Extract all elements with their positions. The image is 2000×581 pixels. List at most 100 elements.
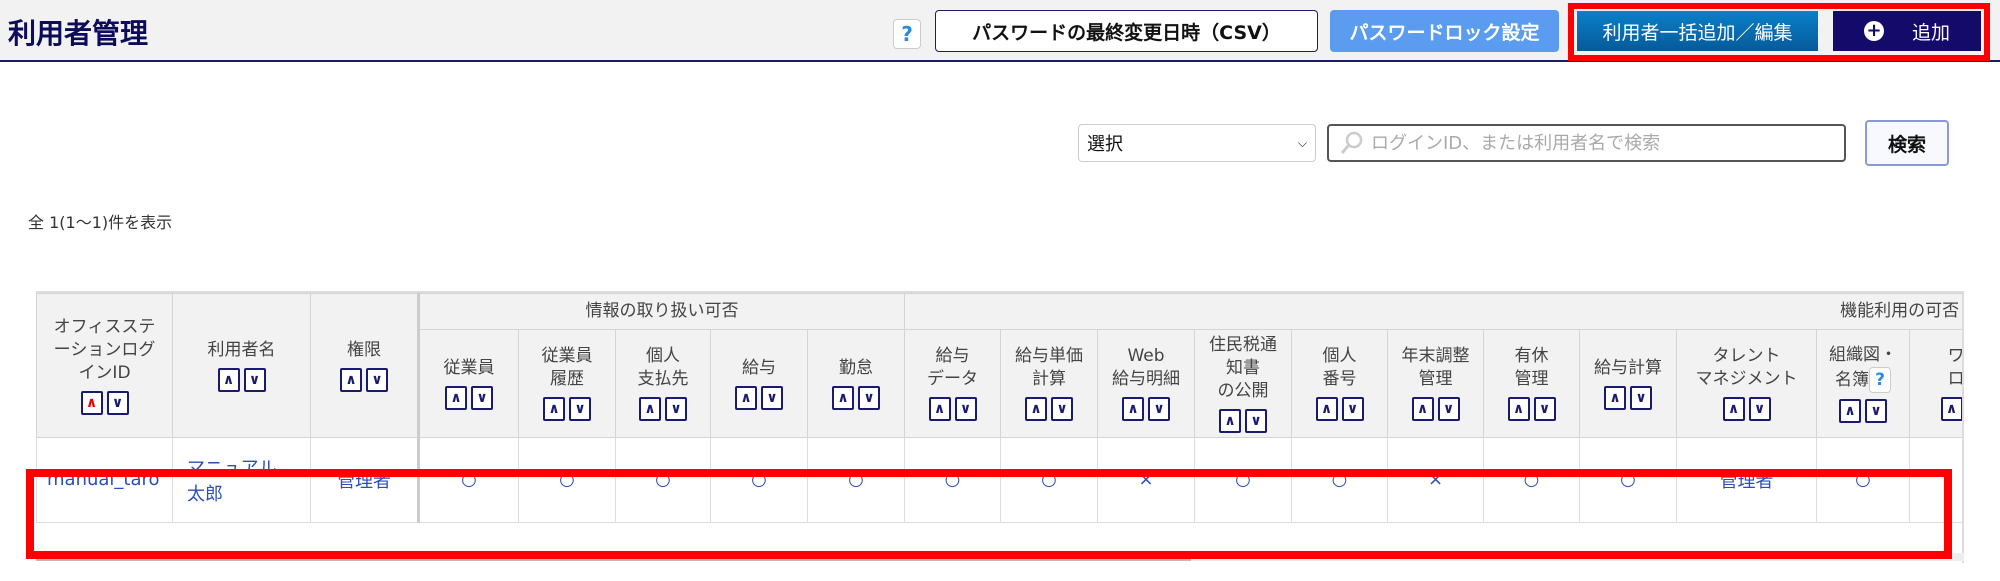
sort-down-button[interactable]: ∨ <box>761 385 783 410</box>
column-header: 住民税通 知書 の公開 ∧ ∨ <box>1194 329 1293 438</box>
login-id-link[interactable]: manual_taro <box>36 436 173 523</box>
sort-up-button[interactable]: ∧ <box>1315 397 1338 422</box>
column-header-label: 従業員 <box>443 357 495 378</box>
permission-cell: ○ <box>1194 436 1293 523</box>
column-header: 利用者名 ∧ ∨ <box>172 293 311 438</box>
search-button[interactable]: 検索 <box>1865 120 1949 166</box>
permission-cell: × <box>1387 436 1485 523</box>
password-last-changed-csv-button[interactable]: パスワードの最終変更日時（CSV） <box>935 10 1318 52</box>
sort-down-button[interactable]: ∨ <box>1437 397 1460 422</box>
permission-cell: ○ <box>418 436 519 523</box>
sort-up-button[interactable]: ∧ <box>217 367 240 392</box>
sort-up-button[interactable]: ∧ <box>1507 397 1530 422</box>
filter-select[interactable]: 選択 ⌵ <box>1078 124 1316 162</box>
sort-up-button[interactable]: ∧ <box>340 367 362 392</box>
column-header-label: 利用者名 <box>207 339 276 360</box>
column-header-label: 給与計算 <box>1594 357 1663 378</box>
permission-cell: ○ <box>615 436 711 523</box>
group-header-info-access: 情報の取り扱い可否 <box>417 293 906 330</box>
highlight-box <box>1568 3 1990 61</box>
sort-up-button[interactable]: ∧ <box>1940 397 1962 422</box>
column-header: オフィスステ ーションログ インID ∧ ∨ <box>36 293 173 438</box>
help-icon[interactable]: ? <box>893 19 921 49</box>
table-row: manual_taro マニュアル 太郎 管理者 ○ ○ ○ ○ ○ ○ ○ × ○ ○ × ○ ○ 管理者 ○ <box>36 436 1962 523</box>
permission-cell: × <box>1097 436 1196 523</box>
permission-cell: ○ <box>518 436 616 523</box>
column-header-label: 従業員 履歴 <box>541 346 593 390</box>
permission-cell: 管理者 <box>1676 436 1818 523</box>
sort-up-button[interactable]: ∧ <box>1604 385 1627 410</box>
password-lock-settings-button[interactable]: パスワードロック設定 <box>1330 10 1559 52</box>
sort-down-button[interactable]: ∨ <box>106 390 129 415</box>
column-header-label: Web 給与明細 <box>1112 346 1181 390</box>
column-header-label: 給与 <box>742 357 776 378</box>
column-header-label: 個人 支払先 <box>637 346 689 390</box>
column-header: 勤怠 ∧ ∨ <box>806 329 906 438</box>
permission-cell: 管理者 <box>310 436 420 523</box>
sort-up-button[interactable]: ∧ <box>1411 397 1434 422</box>
sort-down-button[interactable]: ∨ <box>858 385 880 410</box>
column-header: 従業員 履歴 ∧ ∨ <box>518 329 616 438</box>
permission-cell: ○ <box>1291 436 1389 523</box>
sort-up-button[interactable]: ∧ <box>445 385 467 410</box>
sort-down-button[interactable]: ∨ <box>954 397 977 422</box>
sort-down-button[interactable]: ∨ <box>569 397 591 422</box>
sort-up-button[interactable]: ∧ <box>639 397 661 422</box>
column-header-label: 給与単価 計算 <box>1015 346 1084 390</box>
sort-up-button[interactable]: ∧ <box>80 390 103 415</box>
column-header: 給与単価 計算 ∧ ∨ <box>1000 329 1099 438</box>
column-header: 従業員 ∧ ∨ <box>418 329 519 438</box>
column-header: 給与 ∧ ∨ <box>710 329 808 438</box>
user-name-link[interactable]: マニュアル 太郎 <box>172 436 311 523</box>
column-header: 有休 管理 ∧ ∨ <box>1483 329 1581 438</box>
sort-down-button[interactable]: ∨ <box>471 385 493 410</box>
sort-up-button[interactable]: ∧ <box>1839 398 1862 423</box>
sort-up-button[interactable]: ∧ <box>1219 408 1242 433</box>
sort-down-button[interactable]: ∨ <box>1748 397 1771 422</box>
group-header-feature-access: 機能利用の可否 <box>904 293 1962 330</box>
column-header: タレント マネジメント ∧ ∨ <box>1676 329 1818 438</box>
column-header-label: 個人 番号 <box>1322 346 1357 390</box>
column-header: 個人 支払先 ∧ ∨ <box>615 329 711 438</box>
column-header: 組織図・ 名簿? ∧ ∨ <box>1816 329 1911 438</box>
column-header-label: タレント マネジメント <box>1695 346 1798 390</box>
column-header-label: 給与 データ <box>927 346 979 390</box>
sort-down-button[interactable]: ∨ <box>1341 397 1364 422</box>
sort-down-button[interactable]: ∨ <box>1865 398 1888 423</box>
scrollbar-thumb[interactable] <box>36 553 1191 561</box>
search-input[interactable] <box>1371 132 1841 154</box>
sort-down-button[interactable]: ∨ <box>1245 408 1268 433</box>
column-header: ワー ロー∧∨ <box>1909 329 1962 438</box>
column-header-label: 住民税通 知書 の公開 <box>1209 335 1278 401</box>
sort-up-button[interactable]: ∧ <box>928 397 951 422</box>
sort-down-button[interactable]: ∨ <box>1533 397 1556 422</box>
permission-cell: ○ <box>806 436 906 523</box>
sort-down-button[interactable]: ∨ <box>366 367 388 392</box>
page-header: 利用者管理 ? パスワードの最終変更日時（CSV） パスワードロック設定 利用者… <box>0 0 2000 62</box>
horizontal-scrollbar[interactable] <box>36 553 1964 561</box>
column-header: Web 給与明細 ∧ ∨ <box>1097 329 1196 438</box>
sort-down-button[interactable]: ∨ <box>1148 397 1171 422</box>
help-icon[interactable]: ? <box>1869 366 1892 393</box>
sort-up-button[interactable]: ∧ <box>1122 397 1145 422</box>
sort-down-button[interactable]: ∨ <box>1630 385 1653 410</box>
search-field[interactable] <box>1327 124 1846 162</box>
permission-cell: ○ <box>1579 436 1678 523</box>
page-title: 利用者管理 <box>8 17 149 50</box>
column-header: 個人 番号 ∧ ∨ <box>1291 329 1389 438</box>
permission-cell: ○ <box>904 436 1002 523</box>
column-header: 権限 ∧ ∨ <box>310 293 420 438</box>
sort-up-button[interactable]: ∧ <box>1722 397 1745 422</box>
sort-up-button[interactable]: ∧ <box>543 397 565 422</box>
sort-down-button[interactable]: ∨ <box>243 367 266 392</box>
permission-cell: ○ <box>710 436 808 523</box>
sort-up-button[interactable]: ∧ <box>735 385 757 410</box>
column-header-label: 勤怠 <box>839 357 873 378</box>
permission-cell: ○ <box>1000 436 1099 523</box>
sort-up-button[interactable]: ∧ <box>1025 397 1048 422</box>
sort-up-button[interactable]: ∧ <box>832 385 854 410</box>
permission-cell <box>1909 436 1962 523</box>
sort-down-button[interactable]: ∨ <box>1051 397 1074 422</box>
column-header-label: オフィスステ ーションログ インID <box>53 317 156 383</box>
sort-down-button[interactable]: ∨ <box>665 397 687 422</box>
